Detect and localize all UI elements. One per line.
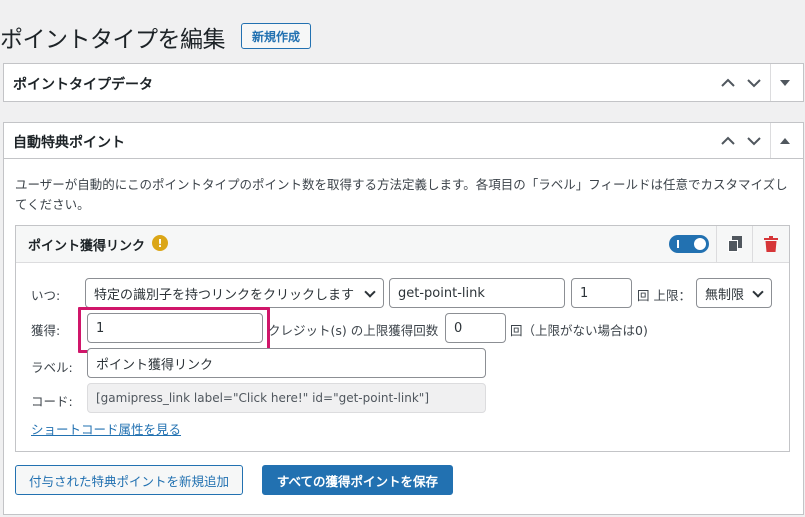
shortcode-attributes-link[interactable]: ショートコード属性を見る xyxy=(31,419,181,438)
box-header-divider xyxy=(3,158,804,159)
earn-label: 獲得: xyxy=(31,323,61,338)
status-toggle[interactable] xyxy=(669,235,709,253)
max-earnings-suffix: 回（上限がない場合は0) xyxy=(510,323,648,338)
auto-award-description: ユーザーが自動的にこのポイントタイプのポイント数を取得する方法定義します。各項目… xyxy=(15,177,788,212)
add-new-button[interactable]: 新規作成 xyxy=(241,23,311,49)
page-title: ポイントタイプを編集 xyxy=(0,27,226,53)
add-award-button[interactable]: 付与された特典ポイントを新規追加 xyxy=(15,465,243,495)
move-up-icon[interactable] xyxy=(716,129,740,153)
trigger-select[interactable]: 特定の識別子を持つリンクをクリックします xyxy=(85,278,384,308)
toggle-panel-icon[interactable] xyxy=(773,129,797,153)
code-label: コード: xyxy=(31,394,73,409)
delete-icon[interactable] xyxy=(760,233,782,255)
move-down-icon[interactable] xyxy=(742,129,766,153)
point-type-data-title[interactable]: ポイントタイプデータ xyxy=(13,74,153,94)
when-label: いつ: xyxy=(31,288,61,303)
requirement-title[interactable]: ポイント獲得リンク xyxy=(28,235,145,254)
times-input[interactable]: 1 xyxy=(571,278,632,308)
max-earnings-input[interactable]: 0 xyxy=(445,313,506,343)
points-input[interactable]: 1 xyxy=(87,313,263,343)
shortcode-field[interactable]: [gamipress_link label="Click here!" id="… xyxy=(87,383,486,413)
limit-select[interactable]: 無制限 xyxy=(696,278,772,308)
save-all-button[interactable]: すべての獲得ポイントを保存 xyxy=(262,465,453,495)
label-field-label: ラベル: xyxy=(31,360,73,375)
handle-divider xyxy=(770,123,771,158)
move-down-icon[interactable] xyxy=(742,71,766,95)
link-id-input[interactable]: get-point-link xyxy=(389,278,565,308)
credits-label: クレジット(s) の上限獲得回数 xyxy=(268,323,439,338)
label-input[interactable]: ポイント獲得リンク xyxy=(87,348,486,378)
auto-award-title[interactable]: 自動特典ポイント xyxy=(13,132,125,152)
move-up-icon[interactable] xyxy=(716,71,740,95)
times-suffix: 回 上限： xyxy=(637,288,691,303)
handle-divider xyxy=(770,64,771,101)
warning-icon: ! xyxy=(152,235,168,251)
toggle-panel-icon[interactable] xyxy=(773,71,797,95)
header-divider xyxy=(716,226,717,263)
header-divider xyxy=(752,226,753,263)
duplicate-icon[interactable] xyxy=(724,233,746,255)
